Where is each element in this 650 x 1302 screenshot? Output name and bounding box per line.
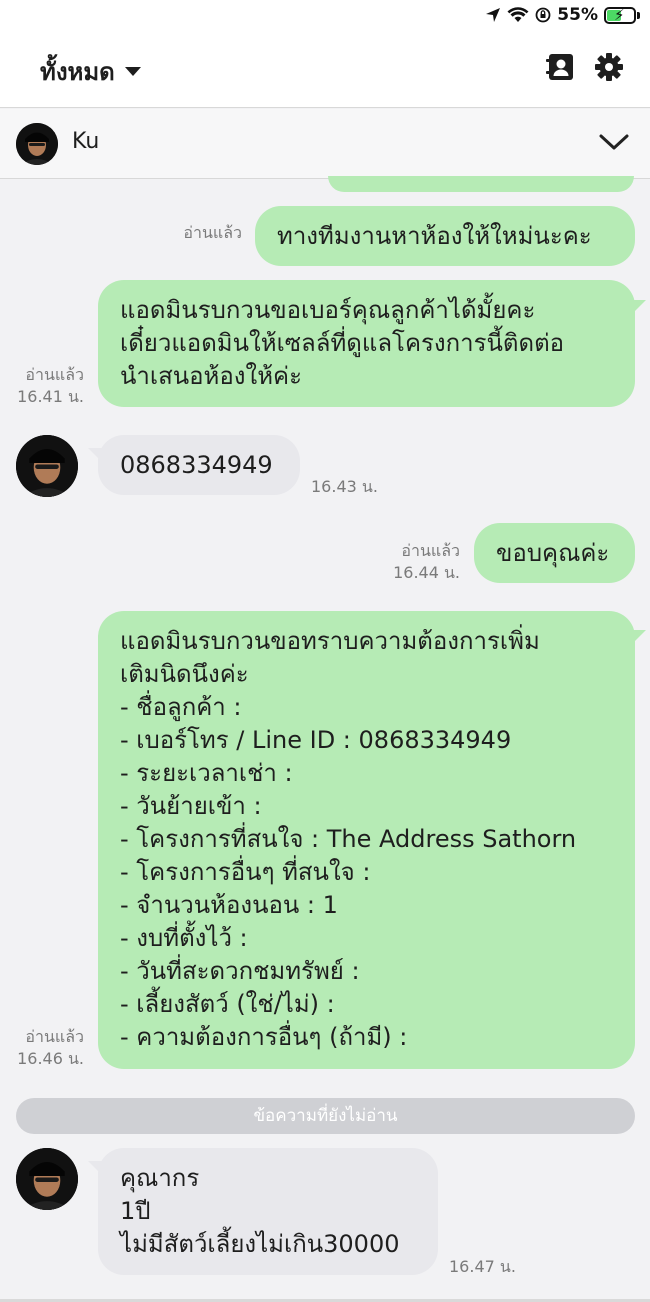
message-bubble[interactable]: แอดมินรบกวนขอทราบความต้องการเพิ่ม เติมนิ… [98,611,635,1069]
message-text: ขอบคุณค่ะ [496,539,610,567]
avatar[interactable] [16,123,58,165]
read-receipt: อ่านแล้ว [183,223,242,242]
message-bubble[interactable]: ขอบคุณค่ะ [474,523,635,583]
location-arrow-icon [486,8,501,22]
status-bar: 55% ⚡ [0,0,650,30]
avatar[interactable] [16,435,78,497]
battery-charging-icon: ⚡ [604,6,636,24]
message-bubble[interactable]: แอดมินรบกวนขอเบอร์คุณลูกค้าได้มั้ยคะ เดี… [98,280,635,407]
bubble-tail [630,630,646,646]
message-text-line: - โครงการอื่นๆ ที่สนใจ : [120,858,371,886]
read-receipt: อ่านแล้ว [25,365,84,384]
message-text-line: แอดมินรบกวนขอทราบความต้องการเพิ่ม [120,627,540,655]
read-receipt: อ่านแล้ว [25,1027,84,1046]
message-text-line: 1ปี [120,1197,151,1225]
message-time: 16.41 น. [17,387,84,406]
message-text-line: - เลี้ยงสัตว์ (ใช่/ไม่) : [120,990,335,1018]
chat-name-bar[interactable]: Ku [0,109,650,179]
message-text-line: คุณากร [120,1164,200,1192]
message-text-line: - เบอร์โทร / Line ID : 0868334949 [120,726,512,754]
avatar[interactable] [16,1148,78,1210]
message-text-line: แอดมินรบกวนขอเบอร์คุณลูกค้าได้มั้ยคะ [120,296,536,324]
header: ทั้งหมด [0,30,650,108]
message-text-line: - โครงการที่สนใจ : The Address Sathorn [120,825,577,853]
message-text: 0868334949 [120,451,273,479]
message-bubble[interactable]: คุณากร 1ปี ไม่มีสัตว์เลี้ยงไม่เกิน30000 [98,1148,438,1275]
wifi-icon [507,7,529,22]
chevron-down-icon[interactable] [598,131,630,153]
unread-divider: ข้อความที่ยังไม่อ่าน [16,1098,635,1134]
message-text-line: นำเสนอห้องให้ค่ะ [120,362,302,390]
status-indicators: 55% ⚡ [485,4,640,26]
filter-dropdown[interactable]: ทั้งหมด [40,52,141,91]
message-text-line: เติมนิดนึงค่ะ [120,660,249,688]
message-time: 16.43 น. [311,477,378,496]
rotation-lock-icon [535,7,551,23]
message-text-line: - วันย้ายเข้า : [120,792,262,820]
message-meta: อ่านแล้ว 16.46 น. [17,1026,84,1070]
bubble-tail [630,300,646,316]
message-time: 16.46 น. [17,1049,84,1068]
message-text-line: เดี๋ยวแอดมินให้เซลล์ที่ดูแลโครงการนี้ติด… [120,329,565,357]
message-bubble[interactable]: 0868334949 [98,435,300,495]
message-meta: อ่านแล้ว 16.44 น. [393,540,460,584]
read-receipt: อ่านแล้ว [401,541,460,560]
contacts-icon[interactable] [545,52,575,82]
contact-name: Ku [72,129,100,154]
message-text: ทางทีมงานหาห้องให้ใหม่นะคะ [277,222,592,250]
message-text-line: - ชื่อลูกค้า : [120,693,242,721]
message-time: 16.44 น. [393,563,460,582]
message-text-line: - จำนวนห้องนอน : 1 [120,891,338,919]
gear-icon[interactable] [594,52,624,82]
previous-message-bubble [328,176,634,192]
message-text-line: - ความต้องการอื่นๆ (ถ้ามี) : [120,1023,408,1051]
battery-percent: 55% [557,5,598,25]
message-text-line: ไม่มีสัตว์เลี้ยงไม่เกิน30000 [120,1230,400,1258]
caret-down-icon [124,67,141,76]
filter-label: ทั้งหมด [40,58,115,86]
message-meta: อ่านแล้ว 16.41 น. [17,364,84,408]
message-text-line: - งบที่ตั้งไว้ : [120,924,248,952]
message-text-line: - ระยะเวลาเช่า : [120,759,293,787]
message-text-line: - วันที่สะดวกชมทรัพย์ : [120,957,360,985]
message-time: 16.47 น. [449,1257,516,1276]
message-bubble[interactable]: ทางทีมงานหาห้องให้ใหม่นะคะ [255,206,635,266]
